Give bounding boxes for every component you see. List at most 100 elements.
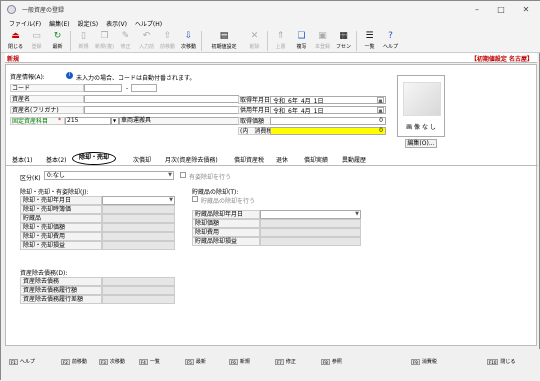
register-button[interactable]: ▣ 本登録 [312, 29, 333, 53]
maximize-icon[interactable]: □ [490, 1, 512, 18]
f1-help-button[interactable]: F1 ヘルプ [9, 358, 35, 365]
mode-bar: 新規 【初期値設定 名古屋】 [5, 53, 537, 63]
auto-number-note: 未入力の場合、コードは自動付番されます。 [76, 75, 196, 82]
toolbar-divider [267, 31, 268, 51]
f3-next-button[interactable]: F3 次移動 [99, 358, 125, 365]
overwrite-button[interactable]: ⇑ 上書 [270, 29, 291, 53]
f2-prev-button[interactable]: F2 前移動 [61, 358, 87, 365]
menu-help[interactable]: ヘルプ(H) [135, 19, 162, 28]
asset-name-input[interactable] [84, 95, 239, 103]
save-icon: ▭ [32, 31, 41, 41]
account-dropdown-icon[interactable]: ▼ [111, 117, 119, 125]
asset-info-header: 資産情報(A): [10, 74, 45, 81]
disposal-date-input[interactable]: ▼ [102, 196, 175, 205]
copy-button[interactable]: ❏ 複写 [291, 29, 312, 53]
disposal-price-value [102, 223, 175, 232]
form-content: 資産情報(A): i 未入力の場合、コードは自動付番されます。 コード - 資産… [5, 64, 538, 346]
delete-icon: ✕ [250, 31, 259, 41]
help-button[interactable]: ? ヘルプ [380, 29, 401, 53]
f4-list-button[interactable]: F4 一覧 [139, 358, 160, 365]
aro-section-title: 資産除去債務(D): [20, 270, 68, 277]
tax-input[interactable]: 0 [270, 127, 386, 135]
kubun-select[interactable]: 0:なし ▼ [44, 171, 174, 180]
cost-input[interactable]: 0 [270, 117, 386, 125]
f5-refresh-button[interactable]: F5 最新 [185, 358, 206, 365]
service-date-input[interactable]: 令和 6年 4月 1日 ▦ [270, 106, 386, 115]
edit-button[interactable]: ✎ 修正 [115, 29, 136, 53]
storage-gain-value [260, 237, 361, 246]
code-branch-input[interactable] [131, 84, 157, 92]
list-button[interactable]: ☰ 一覧 [359, 29, 380, 53]
asset-photo: 画 像 な し [397, 75, 445, 137]
acquired-date-input[interactable]: 令和 6年 4月 1日 ▦ [270, 96, 386, 105]
tab-retire[interactable]: 退休 [276, 155, 288, 164]
tab-monthly[interactable]: 月次(資産除去債務) [165, 155, 218, 164]
tab-disposal[interactable]: 除却・売却 [72, 152, 117, 165]
copy-icon: ❏ [297, 31, 306, 41]
next-button[interactable]: ⇩ 次移動 [178, 29, 199, 53]
menu-file[interactable]: ファイル(F) [9, 19, 41, 28]
account-code-input[interactable]: 215 [65, 117, 111, 125]
f9-tax-button[interactable]: F9 消費税 [411, 358, 437, 365]
f8-reference-button[interactable]: F8 参照 [321, 358, 342, 365]
storage-gain-label: 貯蔵品除却損益 [192, 237, 260, 246]
delete-button[interactable]: ✕ 削除 [244, 29, 265, 53]
tab-transfer-history[interactable]: 異動履歴 [342, 155, 366, 164]
f10-close-button[interactable]: F10 閉じる [487, 358, 515, 365]
storage-date-input[interactable]: ▼ [260, 210, 361, 219]
storage-price-label: 除却価額 [192, 219, 260, 228]
minimize-icon[interactable]: – [466, 1, 488, 18]
aro-fulfilled-label: 資産除去債務履行額 [20, 286, 102, 295]
refresh-button[interactable]: ↻ 最新 [47, 29, 68, 53]
save-button[interactable]: ▭ 登録 [26, 29, 47, 53]
sticky-note-icon: ▦ [339, 31, 348, 41]
asset-disposal-checkbox[interactable] [180, 172, 186, 178]
new-icon: ▯ [81, 31, 86, 41]
prev-button[interactable]: ⇧ 前移動 [157, 29, 178, 53]
aro-value [102, 277, 175, 286]
aro-fulfilled-value [102, 286, 175, 295]
menu-view[interactable]: 表示(V) [106, 19, 127, 28]
tab-depreciation[interactable]: 次償却 [133, 155, 151, 164]
tab-property-tax[interactable]: 償却資産税 [234, 155, 264, 164]
initial-settings-button[interactable]: ▤ 初期値設定 [204, 29, 244, 53]
storage-cost-value [260, 228, 361, 237]
title-bar: 一般資産の登録 – □ ✕ [1, 1, 540, 18]
function-key-bar: F1 ヘルプ F2 前移動 F3 次移動 F4 一覧 F5 最新 F6 新規 F7 修正 F8… [1, 349, 540, 381]
sticky-note-button[interactable]: ▦ フセン [333, 29, 354, 53]
settings-icon: ▤ [219, 31, 229, 41]
app-window: 一般資産の登録 – □ ✕ ファイル(F) 編集(E) 設定(S) 表示(V) … [0, 0, 540, 381]
required-mark: * [58, 117, 61, 124]
edit-icon: ✎ [121, 31, 130, 41]
toolbar-divider [201, 31, 202, 51]
undo-button[interactable]: ↶ 入力前 [136, 29, 157, 53]
tab-divider [6, 165, 538, 166]
overwrite-icon: ⇑ [276, 31, 285, 41]
menu-settings[interactable]: 設定(S) [78, 19, 99, 28]
copy-new-icon: ❐ [100, 31, 109, 41]
disposal-book-label: 除却・売却時簿価 [20, 205, 102, 214]
copy-new-button[interactable]: ❐ 新規(複) [94, 29, 115, 53]
f6-new-button[interactable]: F6 新規 [229, 358, 250, 365]
account-name-display: 車両運搬具 [119, 117, 239, 125]
menu-edit[interactable]: 編集(E) [49, 19, 69, 28]
storage-disposal-checkbox[interactable] [192, 196, 198, 202]
image-placeholder-icon [403, 82, 441, 116]
storage-section-title: 貯蔵品の除却(T): [192, 189, 239, 196]
close-window-icon[interactable]: ✕ [515, 1, 537, 18]
tab-basic-1[interactable]: 基本(1) [12, 155, 33, 164]
f7-edit-button[interactable]: F7 修正 [275, 358, 296, 365]
close-icon: ⏏ [11, 31, 20, 41]
storage-date-label: 貯蔵品除却年月日 [192, 210, 260, 219]
storage-disposal-label: 貯蔵品の除却を行う [201, 198, 256, 205]
tab-basic-2[interactable]: 基本(2) [46, 155, 67, 164]
tab-depreciation-history[interactable]: 償却実績 [304, 155, 328, 164]
code-input[interactable] [84, 84, 122, 92]
photo-edit-button[interactable]: 編集(O)... [405, 139, 437, 148]
calendar-icon[interactable]: ▦ [377, 97, 384, 103]
close-button[interactable]: ⏏ 閉じる [5, 29, 26, 53]
disposal-book-value [102, 205, 175, 214]
new-button[interactable]: ▯ 新規 [73, 29, 94, 53]
calendar-icon[interactable]: ▦ [377, 107, 384, 113]
asset-kana-input[interactable] [84, 106, 239, 114]
